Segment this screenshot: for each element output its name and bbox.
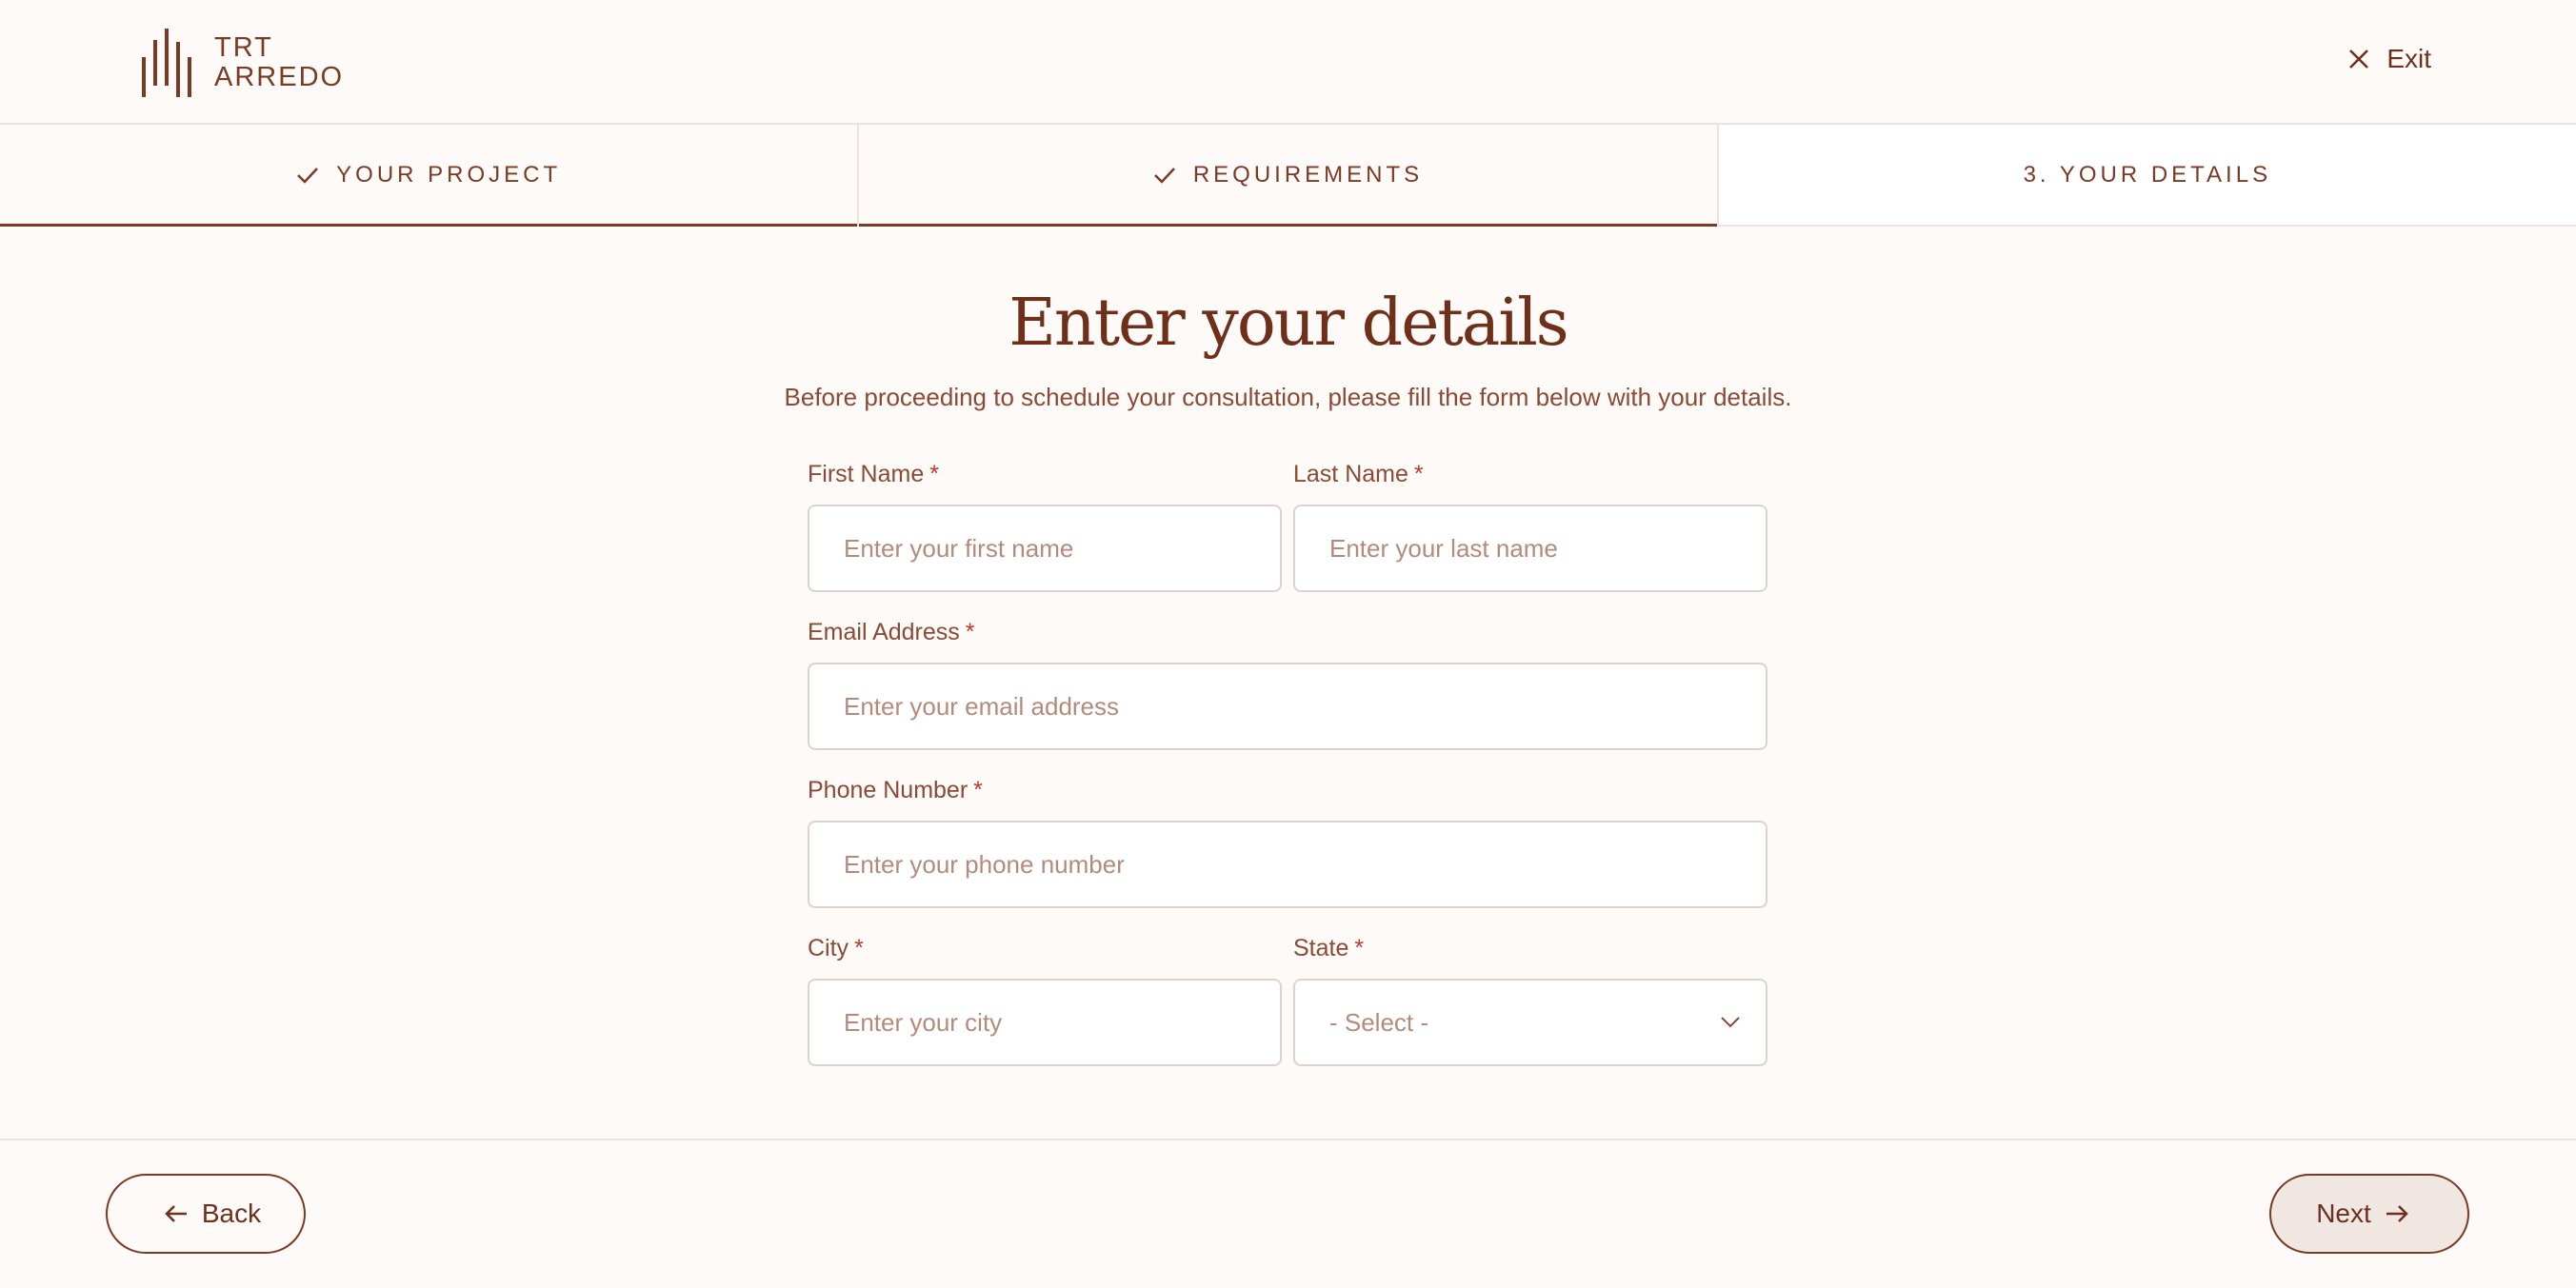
brand-logo[interactable]: TRT ARREDO bbox=[142, 29, 344, 97]
chevron-down-icon bbox=[1721, 1017, 1740, 1028]
email-input[interactable] bbox=[808, 663, 1767, 750]
footer: Back Next bbox=[0, 1139, 2576, 1288]
location-row: City* State* - Select - bbox=[808, 935, 1767, 1066]
header: TRT ARREDO Exit bbox=[0, 0, 2576, 125]
arrow-right-icon bbox=[2386, 1205, 2408, 1222]
brand-line-2: ARREDO bbox=[214, 62, 345, 92]
state-selected-value: - Select - bbox=[1329, 1007, 1429, 1037]
brand-line-1: TRT bbox=[214, 32, 273, 63]
required-mark: * bbox=[929, 461, 939, 487]
required-mark: * bbox=[854, 935, 864, 961]
required-mark: * bbox=[1413, 461, 1424, 487]
last-name-label-text: Last Name bbox=[1293, 461, 1408, 487]
first-name-label: First Name * bbox=[808, 461, 1282, 493]
state-label-text: State bbox=[1293, 935, 1349, 961]
arrow-left-icon bbox=[165, 1205, 187, 1222]
step-requirements[interactable]: REQUIREMENTS bbox=[857, 125, 1717, 227]
page-title: Enter your details bbox=[1008, 286, 1568, 361]
required-mark: * bbox=[965, 619, 975, 645]
required-mark: * bbox=[1354, 935, 1365, 961]
city-label: City * bbox=[808, 935, 1282, 967]
city-input[interactable] bbox=[808, 979, 1282, 1066]
back-button[interactable]: Back bbox=[106, 1174, 306, 1254]
phone-label-text: Phone Number bbox=[808, 777, 968, 803]
exit-label: Exit bbox=[2386, 44, 2431, 73]
step-label: 3. YOUR DETAILS bbox=[2023, 161, 2272, 188]
step-label: REQUIREMENTS bbox=[1192, 161, 1424, 188]
page-subtitle: Before proceeding to schedule your consu… bbox=[784, 383, 1792, 411]
step-your-project[interactable]: YOUR PROJECT bbox=[0, 125, 858, 227]
city-label-text: City bbox=[808, 935, 849, 961]
first-name-field: First Name * bbox=[808, 461, 1282, 592]
last-name-field: Last Name * bbox=[1293, 461, 1767, 592]
email-label-text: Email Address bbox=[808, 619, 960, 645]
phone-field: Phone Number * bbox=[808, 777, 1767, 908]
last-name-label: Last Name * bbox=[1293, 461, 1767, 493]
email-label: Email Address * bbox=[808, 619, 1767, 651]
required-mark: * bbox=[973, 777, 983, 803]
step-label: YOUR PROJECT bbox=[336, 161, 562, 188]
city-field: City * bbox=[808, 935, 1282, 1066]
checkmark-icon bbox=[1153, 167, 1175, 184]
state-label: State * bbox=[1293, 935, 1767, 967]
phone-input[interactable] bbox=[808, 821, 1767, 908]
brand-name: TRT ARREDO bbox=[214, 33, 344, 92]
close-icon bbox=[2349, 50, 2369, 69]
first-name-label-text: First Name bbox=[808, 461, 925, 487]
back-label: Back bbox=[201, 1199, 262, 1228]
step-your-details[interactable]: 3. YOUR DETAILS bbox=[1716, 125, 2576, 225]
progress-steps: YOUR PROJECT REQUIREMENTS 3. YOUR DETAIL… bbox=[0, 125, 2576, 227]
state-field: State * - Select - bbox=[1293, 935, 1767, 1066]
name-row: First Name* Last Name* bbox=[808, 461, 1767, 592]
first-name-input[interactable] bbox=[808, 505, 1282, 592]
phone-label: Phone Number * bbox=[808, 777, 1767, 809]
details-form: First Name* Last Name* Email Address* Ph… bbox=[808, 461, 1767, 1066]
next-button[interactable]: Next bbox=[2269, 1174, 2469, 1254]
logo-mark-icon bbox=[142, 29, 191, 97]
checkmark-icon bbox=[297, 167, 319, 184]
last-name-input[interactable] bbox=[1293, 505, 1767, 592]
email-field: Email Address * bbox=[808, 619, 1767, 750]
state-select[interactable]: - Select - bbox=[1293, 979, 1767, 1066]
exit-button[interactable]: Exit bbox=[2348, 44, 2431, 74]
next-label: Next bbox=[2316, 1199, 2371, 1228]
